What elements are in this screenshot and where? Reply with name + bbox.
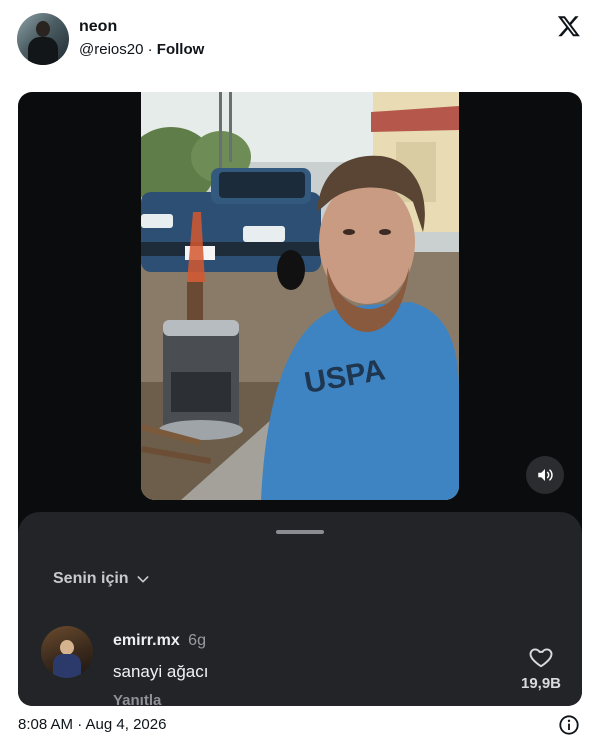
info-icon[interactable] bbox=[558, 714, 580, 736]
author-handle[interactable]: @reios20 bbox=[79, 41, 143, 58]
author-name[interactable]: neon bbox=[79, 18, 117, 36]
comment-meta: emirr.mx 6g bbox=[113, 632, 206, 650]
author-avatar[interactable] bbox=[17, 13, 69, 65]
separator-dot: · bbox=[147, 41, 153, 58]
comment-filter-label: Senin için bbox=[53, 570, 129, 587]
comment-age: 6g bbox=[188, 632, 206, 649]
like-count: 19,9B bbox=[520, 675, 562, 692]
commenter-username[interactable]: emirr.mx bbox=[113, 632, 180, 649]
chevron-down-icon bbox=[137, 576, 149, 583]
sound-toggle-button[interactable] bbox=[526, 456, 564, 494]
sheet-drag-handle[interactable] bbox=[276, 530, 324, 534]
author-handle-row: @reios20 · Follow bbox=[79, 41, 204, 58]
follow-button[interactable]: Follow bbox=[157, 41, 205, 58]
video-frame: USPA bbox=[141, 92, 459, 500]
video-player[interactable]: USPA bbox=[141, 92, 459, 500]
comment-text: sanayi ağacı bbox=[113, 662, 209, 681]
comment-filter-dropdown[interactable]: Senin için bbox=[53, 570, 151, 588]
tweet-timestamp[interactable]: 8:08 AM · Aug 4, 2026 bbox=[18, 716, 166, 733]
reply-button[interactable]: Yanıtla bbox=[113, 692, 161, 706]
heart-icon[interactable] bbox=[528, 644, 554, 670]
embedded-video-card: USPA Senin için emirr.mx 6g sanayi ağacı… bbox=[18, 92, 582, 706]
comments-sheet: Senin için emirr.mx 6g sanayi ağacı Yanı… bbox=[18, 512, 582, 706]
tweet-header: neon @reios20 · Follow bbox=[0, 0, 600, 80]
speaker-icon bbox=[538, 469, 553, 481]
commenter-avatar[interactable] bbox=[41, 626, 93, 678]
x-logo-icon[interactable] bbox=[557, 14, 581, 38]
